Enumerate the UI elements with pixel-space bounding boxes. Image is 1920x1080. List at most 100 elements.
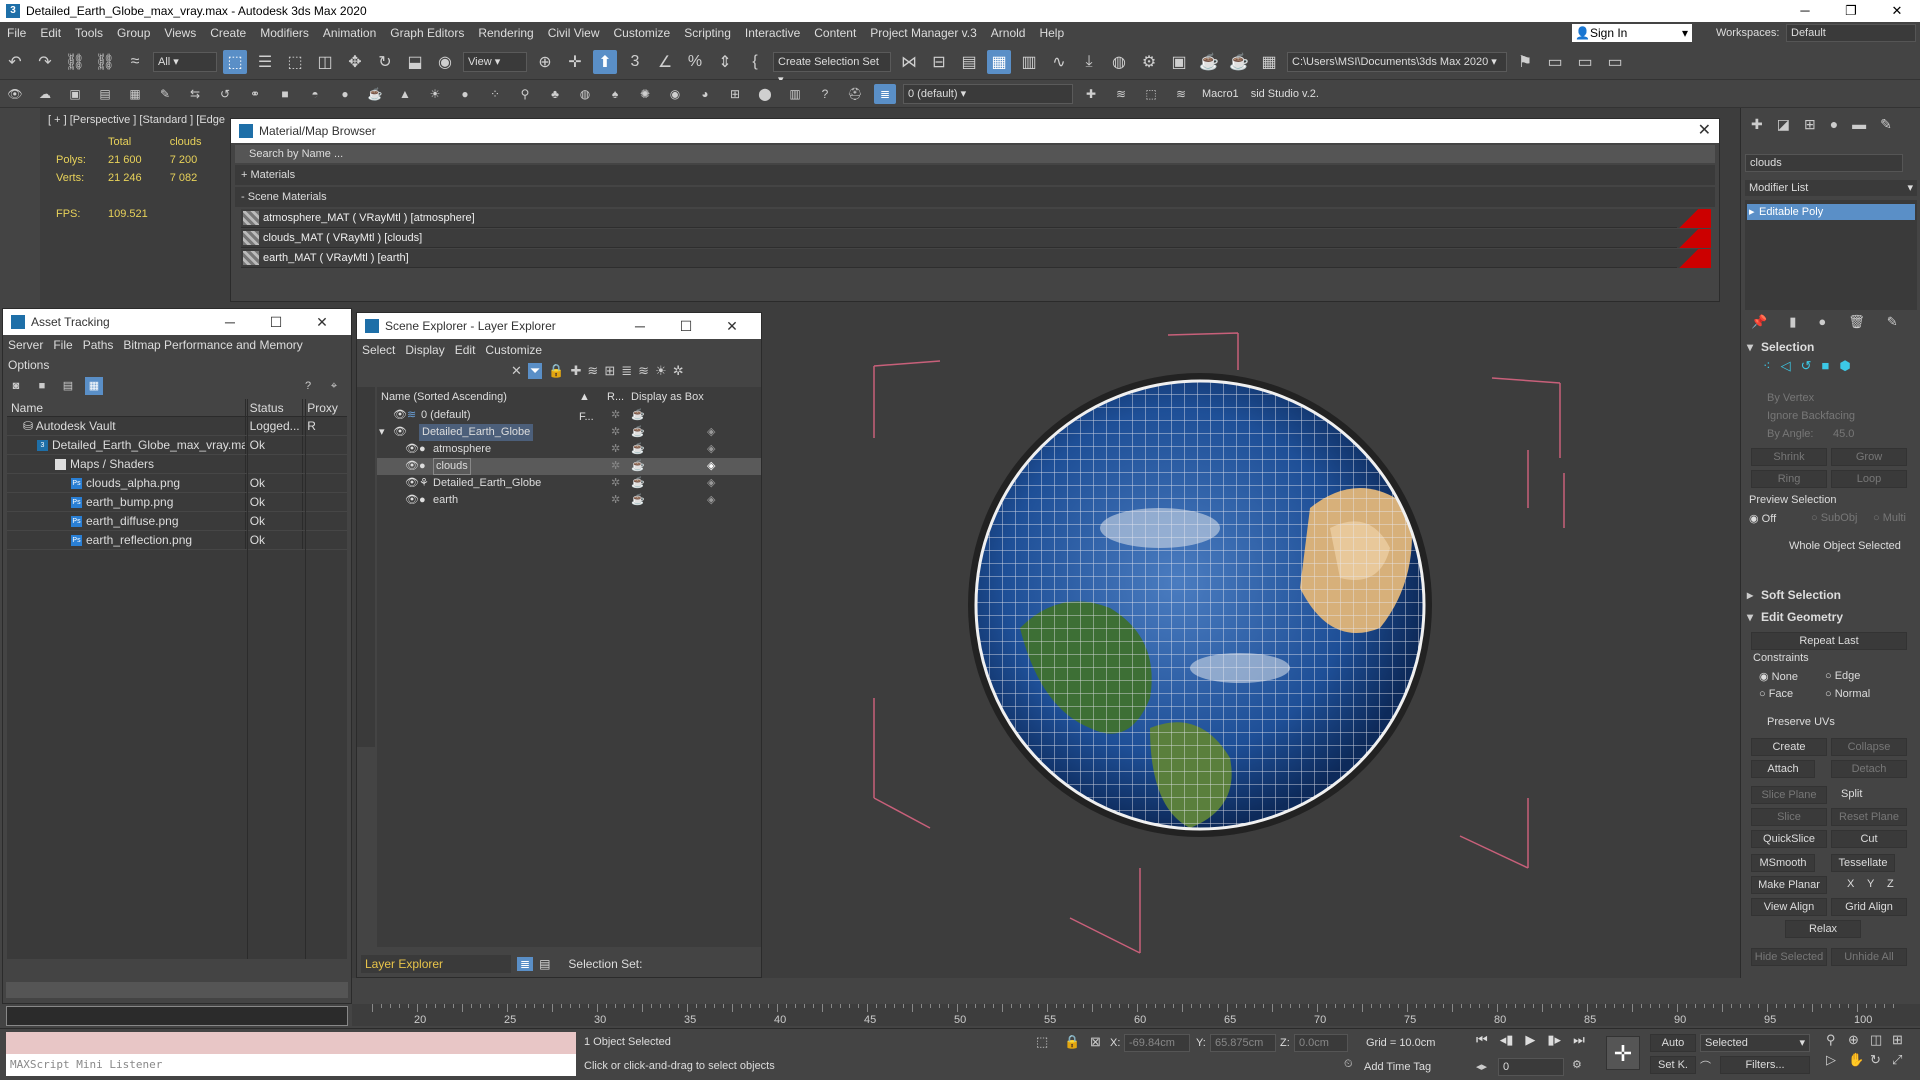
key-mode-icon[interactable]: ◂▸	[1476, 1060, 1487, 1073]
by-vertex-checkbox[interactable]: By Vertex	[1767, 392, 1814, 404]
menu-server[interactable]: Server	[3, 338, 48, 352]
toggle-layer-explorer-icon[interactable]: ▦	[987, 49, 1011, 74]
object-row[interactable]: 👁 ● atmosphere ✲ ☕ ◈	[377, 441, 761, 458]
expand-icon[interactable]: ▸	[1749, 204, 1755, 220]
split-checkbox[interactable]: Split	[1841, 788, 1862, 800]
ignore-backfacing-checkbox[interactable]: Ignore Backfacing	[1767, 410, 1855, 422]
tool-grid-icon[interactable]: ⊞	[724, 84, 746, 104]
layer-move-icon[interactable]: ≋	[1170, 84, 1192, 104]
angle-snap-icon[interactable]: ∠	[653, 50, 677, 74]
render-icon[interactable]: ☕	[631, 424, 645, 441]
explorer-mode-select[interactable]: Layer Explorer	[361, 955, 511, 973]
absolute-mode-icon[interactable]: ⊠	[1090, 1034, 1101, 1050]
relax-button[interactable]: Relax	[1785, 920, 1861, 938]
visibility-icon[interactable]: 👁	[405, 492, 419, 509]
tool-orb-icon[interactable]: ◉	[664, 84, 686, 104]
slice-button[interactable]: Slice	[1751, 808, 1827, 826]
element-icon[interactable]: ⬢	[1839, 358, 1850, 374]
undo-icon[interactable]: ↶	[3, 50, 27, 74]
column-display-box[interactable]: Display as Box	[631, 387, 704, 407]
clear-icon[interactable]: ✕	[511, 363, 522, 379]
render-icon[interactable]: ☕	[1197, 50, 1221, 74]
pivot-icon[interactable]: ⊕	[533, 50, 557, 74]
object-color-swatch[interactable]	[1907, 154, 1919, 172]
tool-person-icon[interactable]: ⛑	[844, 84, 866, 104]
materials-group[interactable]: + Materials	[235, 165, 1715, 185]
render-setup-icon[interactable]: ⚙	[1137, 50, 1161, 74]
render-online-icon[interactable]: ▦	[1257, 50, 1281, 74]
add-layer-icon[interactable]: ✚	[1080, 84, 1102, 104]
angle-spinner[interactable]: 45.0	[1833, 428, 1854, 440]
pin-icon[interactable]: ⌖	[325, 377, 343, 395]
menu-interactive[interactable]: Interactive	[738, 22, 807, 44]
scale-icon[interactable]: ⬓	[403, 50, 427, 74]
move-icon[interactable]: ✥	[343, 50, 367, 74]
current-frame-field[interactable]: 0	[1498, 1058, 1564, 1076]
menu-arnold[interactable]: Arnold	[984, 22, 1033, 44]
render-icon[interactable]: ☕	[631, 458, 645, 475]
visibility-icon[interactable]: 👁	[405, 441, 419, 458]
set-key-button[interactable]: Set K.	[1650, 1056, 1696, 1074]
filters-button[interactable]: Filters...	[1720, 1056, 1810, 1074]
box-icon[interactable]: ◈	[707, 458, 715, 475]
menu-tools[interactable]: Tools	[68, 22, 110, 44]
ring-button[interactable]: Ring	[1751, 470, 1827, 488]
tool-cam-icon[interactable]: ⬤	[754, 84, 776, 104]
tool-sun-icon[interactable]: ☀	[424, 84, 446, 104]
hierarchy-icon[interactable]: ⊞	[604, 363, 615, 379]
checkout-icon[interactable]: ■	[33, 377, 51, 395]
menu-content[interactable]: Content	[807, 22, 863, 44]
constraint-face-radio[interactable]: ○ Face	[1759, 688, 1793, 700]
menu-customize[interactable]: Customize	[607, 22, 678, 44]
layer-toggle-icon[interactable]: ▤	[539, 957, 550, 971]
layer-row[interactable]: ▾ 👁 Detailed_Earth_Globe ✲ ☕ ◈	[377, 424, 761, 441]
tool-dome-icon[interactable]: ◓	[304, 84, 326, 104]
material-editor-icon[interactable]: ◍	[1107, 50, 1131, 74]
placement-icon[interactable]: ◉	[433, 50, 457, 74]
tool-cone-icon[interactable]: ▲	[394, 84, 416, 104]
repeat-last-button[interactable]: Repeat Last	[1751, 632, 1907, 650]
render-icon[interactable]: ☕	[631, 475, 645, 492]
project-set-icon[interactable]: ▭	[1543, 50, 1567, 74]
tool-plant-icon[interactable]: ♠	[604, 84, 626, 104]
snap-icon[interactable]: 3	[623, 50, 647, 74]
mirror-icon[interactable]: ⋈	[897, 50, 921, 74]
field-of-view-icon[interactable]: ▷	[1826, 1052, 1848, 1068]
material-item[interactable]: atmosphere_MAT ( VRayMtl ) [atmosphere]	[241, 209, 1711, 228]
asset-path-field[interactable]	[6, 1006, 348, 1026]
create-button[interactable]: Create	[1751, 738, 1827, 756]
auto-key-button[interactable]: Auto	[1650, 1034, 1696, 1052]
selection-rollout-header[interactable]: Selection	[1741, 336, 1919, 358]
menu-graph-editors[interactable]: Graph Editors	[383, 22, 471, 44]
freeze-icon[interactable]: ✲	[611, 424, 620, 441]
layer-stack-icon[interactable]: ≋	[1110, 84, 1132, 104]
preserve-uvs-checkbox[interactable]: Preserve UVs	[1767, 716, 1835, 728]
freeze-icon[interactable]: ✲	[611, 407, 620, 424]
constraint-none-radio[interactable]: ◉ None	[1759, 670, 1798, 683]
bind-space-warp-icon[interactable]: ≈	[123, 50, 147, 74]
box-icon[interactable]: ◈	[707, 424, 715, 441]
freeze-icon[interactable]: ✲	[611, 458, 620, 475]
preview-subobj-radio[interactable]: ○ SubObj	[1811, 512, 1857, 524]
key-filter-select[interactable]: Selected ▾	[1700, 1034, 1810, 1052]
set-key-icon[interactable]: ✛	[1606, 1036, 1640, 1070]
grow-button[interactable]: Grow	[1831, 448, 1907, 466]
menu-paths[interactable]: Paths	[78, 338, 119, 352]
material-search-input[interactable]: Search by Name ...	[235, 145, 1715, 163]
menu-rendering[interactable]: Rendering	[471, 22, 540, 44]
tool-eye-icon[interactable]: 👁	[4, 84, 26, 104]
visibility-icon[interactable]: 👁	[405, 475, 419, 492]
named-selection-set[interactable]: Create Selection Set ▾	[773, 51, 891, 86]
reset-plane-button[interactable]: Reset Plane	[1831, 808, 1907, 826]
render-icon[interactable]: ☕	[631, 441, 645, 458]
tool-box2-icon[interactable]: ▤	[94, 84, 116, 104]
constraint-edge-radio[interactable]: ○ Edge	[1825, 670, 1860, 682]
minimize-icon[interactable]: ─	[1782, 0, 1828, 22]
zoom-extents-all-icon[interactable]: ⊞	[1892, 1032, 1914, 1048]
table-row[interactable]: Maps / Shaders	[7, 455, 347, 474]
edit-named-selection-icon[interactable]: {	[743, 50, 767, 74]
list-icon[interactable]: ▤	[59, 377, 77, 395]
menu-create[interactable]: Create	[203, 22, 253, 44]
maximize-icon[interactable]: ☐	[663, 313, 709, 339]
quickslice-button[interactable]: QuickSlice	[1751, 830, 1827, 848]
